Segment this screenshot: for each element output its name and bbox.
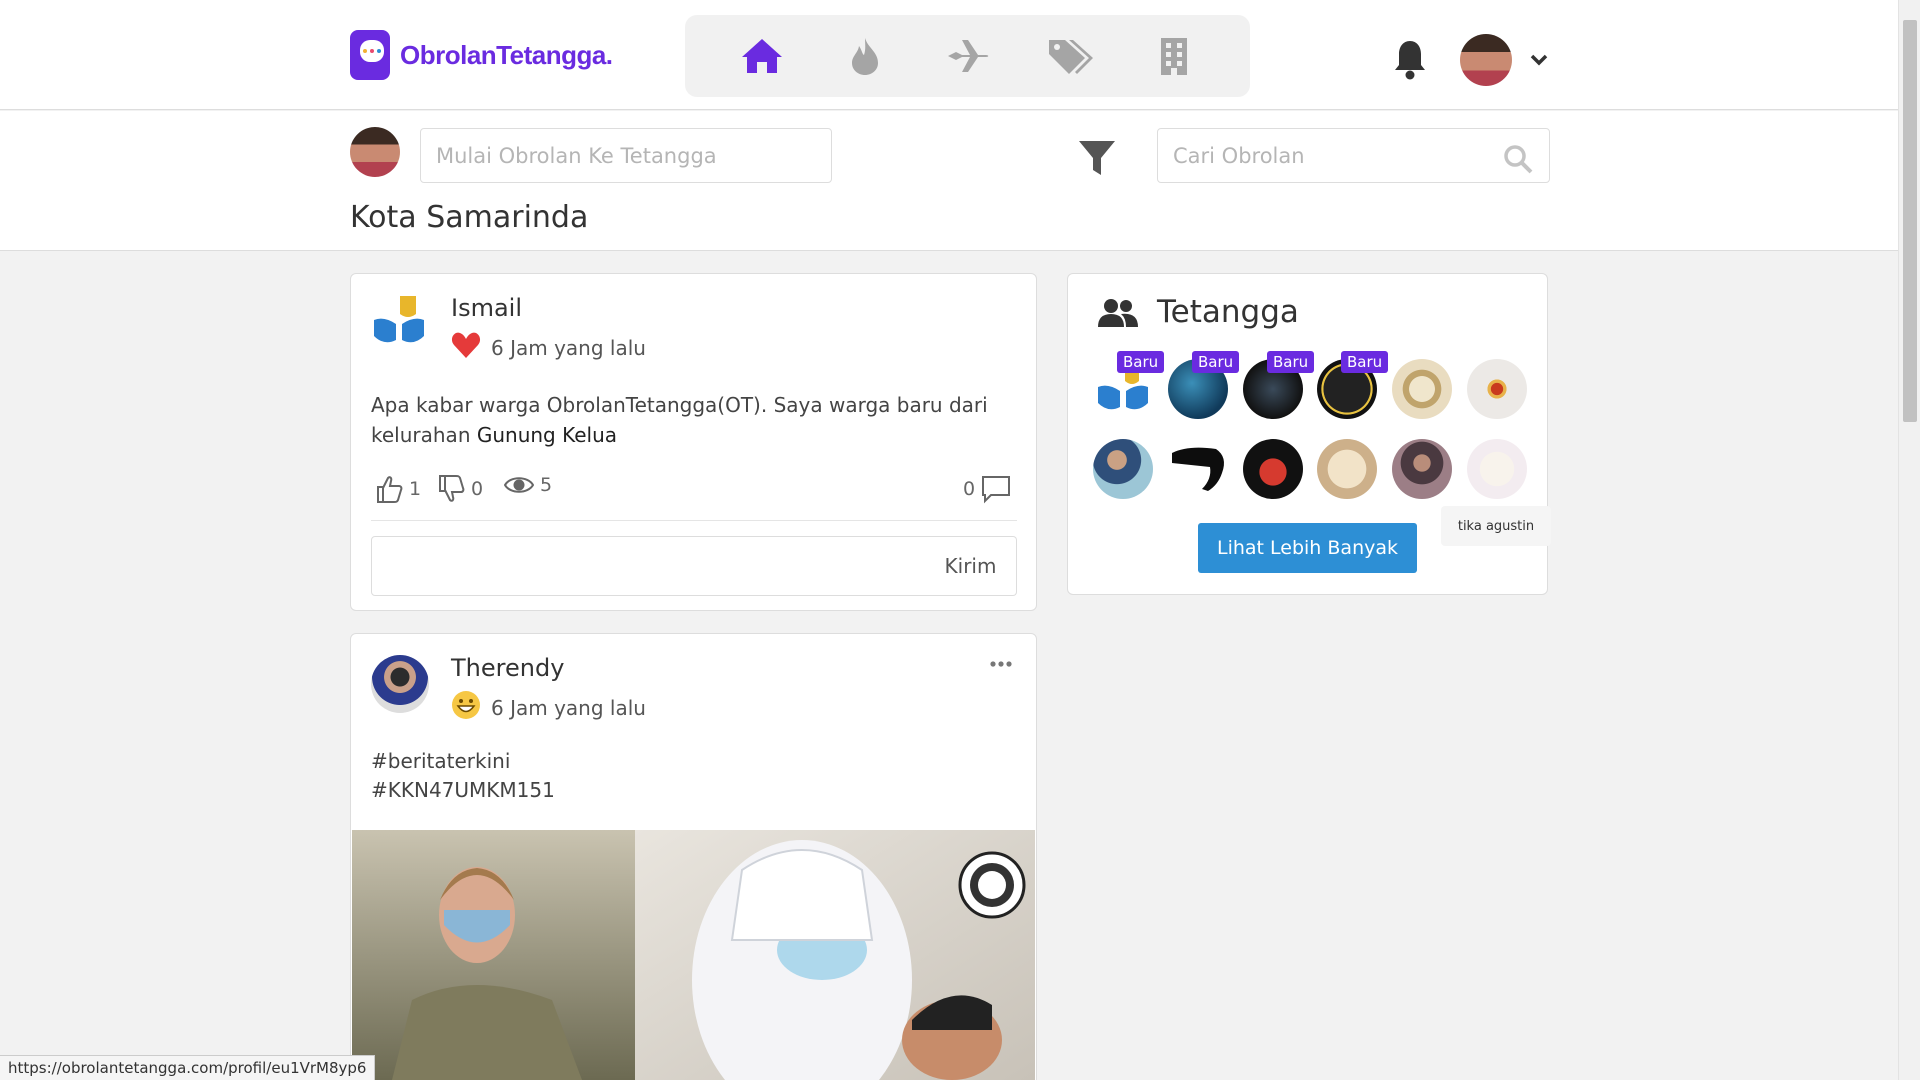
- post-time-label: 6 Jam yang lalu: [491, 335, 646, 360]
- post-author-name[interactable]: Therendy: [451, 654, 564, 682]
- chevron-down-icon[interactable]: [1530, 52, 1548, 66]
- tags-icon[interactable]: [1046, 31, 1096, 81]
- thumbs-up-icon: [377, 476, 403, 503]
- post-hashtag[interactable]: #beritaterkini: [371, 746, 510, 776]
- post-time-label: 6 Jam yang lalu: [491, 695, 646, 720]
- new-chat-input[interactable]: [420, 128, 832, 183]
- dislike-button[interactable]: 0: [437, 474, 483, 504]
- sub-header: [0, 111, 1898, 251]
- like-count: 1: [409, 478, 422, 500]
- neighbours-title: Tetangga: [1157, 294, 1299, 330]
- post-image[interactable]: [352, 830, 1035, 1080]
- page-title: Kota Samarinda: [350, 200, 589, 235]
- neighbour-avatar[interactable]: [1392, 439, 1452, 499]
- comments-button[interactable]: 0: [963, 474, 1011, 504]
- post-divider: [371, 520, 1017, 521]
- neighbour-avatar[interactable]: [1168, 439, 1228, 499]
- composer-avatar: [350, 127, 400, 177]
- post-author-avatar[interactable]: [371, 655, 429, 713]
- grinning-face-icon: [451, 690, 481, 725]
- neighbour-avatar[interactable]: [1317, 439, 1377, 499]
- new-badge: Baru: [1192, 351, 1240, 373]
- neighbour-avatar[interactable]: [1467, 439, 1527, 499]
- comment-input[interactable]: [371, 536, 926, 596]
- post-hashtag[interactable]: #KKN47UMKM151: [371, 775, 555, 805]
- views-indicator: 5: [504, 474, 552, 496]
- kelurahan-link[interactable]: Gunung Kelua: [477, 423, 617, 447]
- new-badge: Baru: [1117, 351, 1165, 373]
- heart-icon: [451, 331, 481, 364]
- scroll-thumb[interactable]: [1903, 20, 1917, 422]
- brand-logo[interactable]: ObrolanTetangga.: [350, 30, 613, 80]
- more-options-icon[interactable]: [990, 660, 1012, 668]
- top-navbar: ObrolanTetangga.: [0, 0, 1898, 110]
- plane-icon[interactable]: [943, 31, 993, 81]
- thumbs-down-icon: [439, 475, 465, 502]
- status-url: https://obrolantetangga.com/profil/eu1Vr…: [0, 1055, 376, 1080]
- like-button[interactable]: 1: [375, 474, 421, 504]
- new-badge: Baru: [1267, 351, 1315, 373]
- neighbour-avatar[interactable]: [1467, 359, 1527, 419]
- neighbour-avatar[interactable]: [1392, 359, 1452, 419]
- logo-icon: [350, 30, 390, 80]
- building-icon[interactable]: [1149, 31, 1199, 81]
- neighbour-avatar[interactable]: [1243, 439, 1303, 499]
- user-avatar[interactable]: [1460, 34, 1512, 86]
- search-icon[interactable]: [1503, 144, 1533, 174]
- dislike-count: 0: [471, 478, 484, 500]
- post-author-name[interactable]: Ismail: [451, 294, 522, 322]
- filter-icon[interactable]: [1077, 138, 1117, 178]
- page-scrollbar[interactable]: [1898, 0, 1920, 1080]
- brand-name: ObrolanTetangga.: [400, 39, 613, 70]
- neighbour-tooltip: tika agustin: [1441, 506, 1551, 546]
- post-author-avatar[interactable]: [370, 292, 428, 350]
- new-badge: Baru: [1341, 351, 1389, 373]
- post-text-body: Apa kabar warga ObrolanTetangga(OT). Say…: [371, 393, 988, 447]
- main-nav: [685, 15, 1250, 97]
- view-count: 5: [540, 474, 553, 496]
- post-text: Apa kabar warga ObrolanTetangga(OT). Say…: [371, 390, 1001, 450]
- comment-icon: [982, 476, 1011, 504]
- search-input[interactable]: [1157, 128, 1550, 183]
- neighbour-avatar[interactable]: [1093, 439, 1153, 499]
- fire-icon[interactable]: [840, 31, 890, 81]
- comment-count: 0: [963, 478, 976, 500]
- users-icon: [1097, 298, 1139, 328]
- send-comment-button[interactable]: Kirim: [925, 536, 1017, 596]
- home-icon[interactable]: [737, 31, 787, 81]
- eye-icon: [504, 477, 534, 493]
- bell-icon[interactable]: [1392, 38, 1428, 80]
- see-more-button[interactable]: Lihat Lebih Banyak: [1198, 523, 1417, 573]
